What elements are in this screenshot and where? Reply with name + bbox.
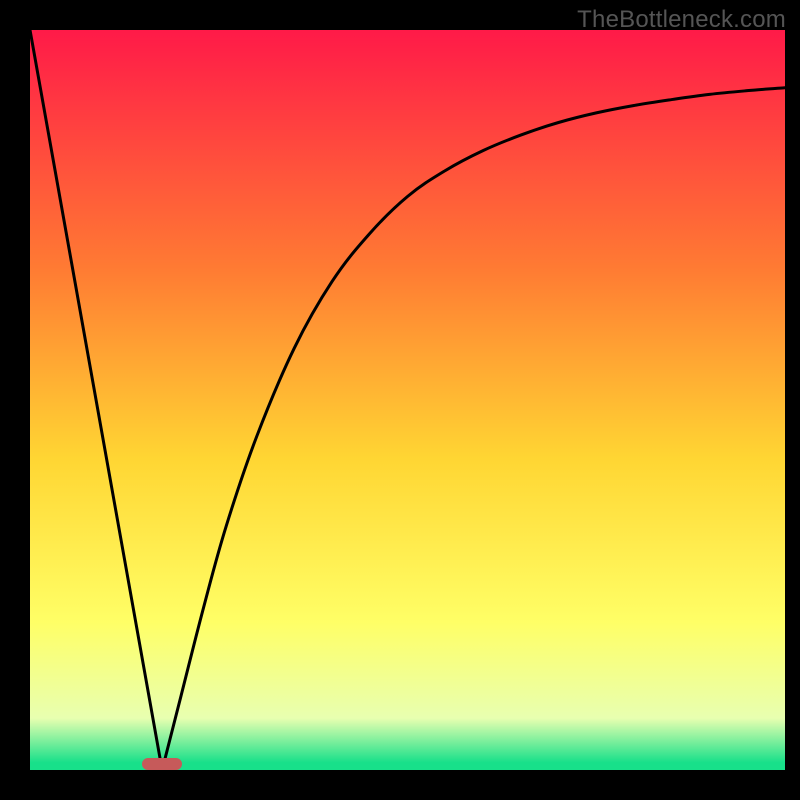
chart-curves — [30, 30, 785, 770]
chart-frame: TheBottleneck.com — [0, 0, 800, 800]
watermark-text: TheBottleneck.com — [577, 6, 786, 34]
plot-area — [30, 30, 785, 770]
bottleneck-marker — [142, 758, 182, 770]
right-curve-series — [162, 88, 785, 770]
left-line-series — [30, 30, 162, 770]
